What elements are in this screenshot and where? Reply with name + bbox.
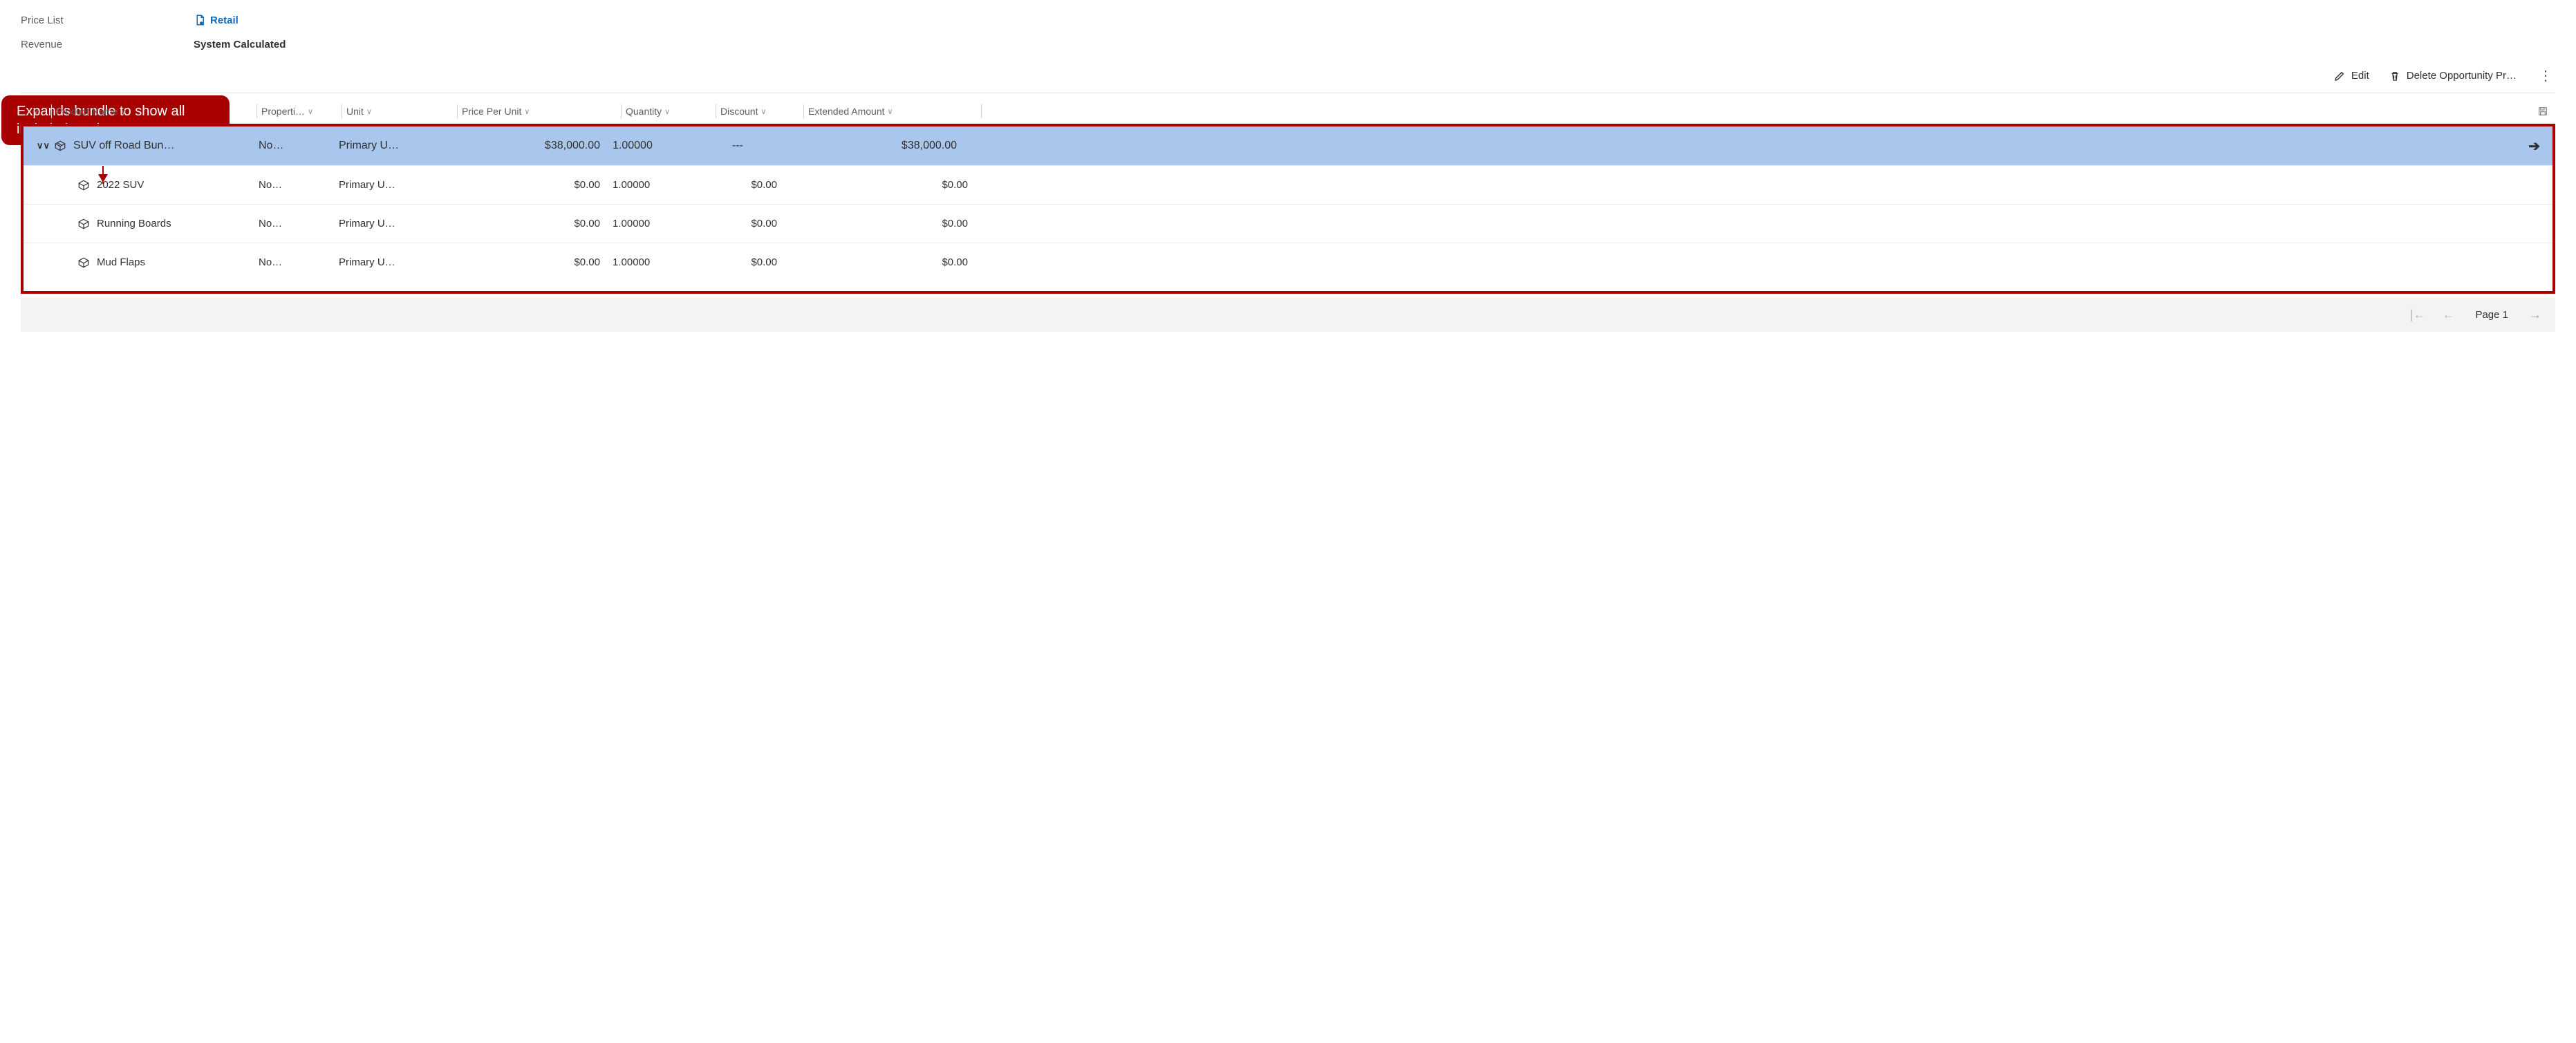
product-price: $0.00 [454, 218, 613, 229]
bundle-extended: $38,000.00 [785, 140, 969, 152]
product-name: Mud Flaps [97, 256, 145, 268]
bundle-name: SUV off Road Bun… [73, 140, 174, 152]
products-grid: ∨ Product Name ∨ Properti… ∨ Unit ∨ Pric… [21, 102, 2555, 332]
product-extended: $0.00 [790, 179, 980, 191]
next-page-button[interactable]: → [2529, 308, 2541, 322]
product-discount: $0.00 [709, 218, 790, 229]
column-extended-amount[interactable]: Extended Amount ∨ [808, 106, 981, 117]
column-discount[interactable]: Discount ∨ [720, 106, 803, 117]
delete-button[interactable]: Delete Opportunity Pr… [2389, 70, 2517, 82]
product-properties: No… [259, 179, 339, 191]
column-unit[interactable]: Unit ∨ [346, 106, 457, 117]
expand-bundle-toggle[interactable]: ∨∨ [37, 140, 50, 151]
product-properties: No… [259, 256, 339, 268]
bundle-icon [54, 140, 66, 152]
more-commands-button[interactable]: ⋮ [2536, 67, 2555, 84]
column-product-name[interactable]: Product Name ∨ [56, 106, 256, 117]
bundle-row[interactable]: ∨∨ SUV off Road Bun… No… Primary U… $38,… [24, 126, 2552, 165]
bundle-quantity: 1.00000 [613, 140, 702, 152]
product-row[interactable]: Mud Flaps No… Primary U… $0.00 1.00000 $… [24, 243, 2552, 281]
column-price-per-unit[interactable]: Price Per Unit ∨ [462, 106, 621, 117]
column-select-all[interactable]: ∨ [21, 107, 51, 116]
field-revenue: Revenue System Calculated [21, 39, 2555, 50]
product-unit: Primary U… [339, 256, 454, 268]
revenue-value: System Calculated [194, 39, 286, 50]
price-list-label: Price List [21, 15, 194, 26]
column-properties[interactable]: Properti… ∨ [261, 106, 342, 117]
product-unit: Primary U… [339, 179, 454, 191]
open-record-arrow-icon[interactable]: ➔ [2528, 138, 2552, 155]
price-list-value: Retail [210, 15, 239, 26]
product-price: $0.00 [454, 179, 613, 191]
chevron-down-icon: ∨ [308, 107, 313, 116]
prev-page-button[interactable]: ← [2442, 308, 2454, 322]
product-icon [77, 179, 90, 191]
product-extended: $0.00 [790, 218, 980, 229]
first-page-button[interactable]: |← [2410, 308, 2426, 322]
price-list-link[interactable]: Retail [194, 14, 239, 26]
product-row[interactable]: 2022 SUV No… Primary U… $0.00 1.00000 $0… [24, 165, 2552, 204]
grid-header-row: ∨ Product Name ∨ Properti… ∨ Unit ∨ Pric… [21, 102, 2555, 124]
product-extended: $0.00 [790, 256, 980, 268]
product-icon [77, 218, 90, 230]
column-quantity[interactable]: Quantity ∨ [626, 106, 716, 117]
bundle-properties: No… [259, 140, 339, 152]
save-layout-icon [2537, 106, 2548, 117]
product-name: Running Boards [97, 218, 171, 229]
product-row[interactable]: Running Boards No… Primary U… $0.00 1.00… [24, 204, 2552, 243]
grid-body: ∨∨ SUV off Road Bun… No… Primary U… $38,… [21, 124, 2555, 294]
page-indicator: Page 1 [2475, 309, 2508, 321]
pencil-icon [2333, 70, 2346, 82]
edit-button[interactable]: Edit [2333, 70, 2369, 82]
product-properties: No… [259, 218, 339, 229]
product-quantity: 1.00000 [613, 218, 709, 229]
product-name: 2022 SUV [97, 179, 144, 191]
grid-toolbar: Edit Delete Opportunity Pr… ⋮ [21, 63, 2555, 93]
product-price: $0.00 [454, 256, 613, 268]
chevron-down-icon: ∨ [33, 107, 39, 116]
chevron-down-icon: ∨ [760, 107, 766, 116]
field-price-list: Price List Retail [21, 14, 2555, 26]
product-quantity: 1.00000 [613, 256, 709, 268]
chevron-down-icon: ∨ [664, 107, 670, 116]
chevron-down-icon: ∨ [366, 107, 372, 116]
pricelist-file-icon [194, 14, 206, 26]
product-quantity: 1.00000 [613, 179, 709, 191]
bundle-price: $38,000.00 [454, 140, 613, 152]
product-unit: Primary U… [339, 218, 454, 229]
product-discount: $0.00 [709, 179, 790, 191]
grid-footer: |← ← Page 1 → [21, 298, 2555, 332]
bundle-discount: --- [702, 140, 785, 152]
chevron-down-icon: ∨ [888, 107, 893, 116]
product-discount: $0.00 [709, 256, 790, 268]
bundle-unit: Primary U… [339, 140, 454, 152]
chevron-down-icon: ∨ [524, 107, 530, 116]
column-edit-columns[interactable] [986, 106, 2555, 117]
trash-icon [2389, 70, 2401, 82]
revenue-label: Revenue [21, 39, 194, 50]
chevron-down-icon: ∨ [120, 107, 126, 116]
product-icon [77, 256, 90, 269]
